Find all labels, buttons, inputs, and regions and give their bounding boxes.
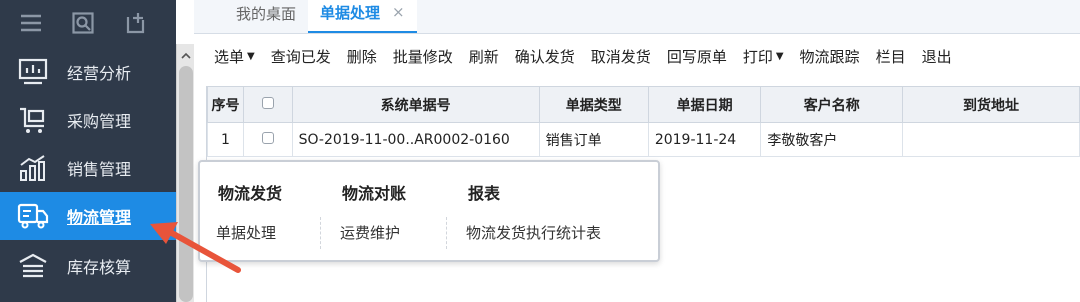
writeback-button[interactable]: 回写原单 bbox=[667, 46, 727, 67]
tab-document-processing[interactable]: 单据处理 × bbox=[308, 0, 417, 33]
document-table: 序号 系统单据号 单据类型 单据日期 客户名称 到货地址 1 SO-2019-1… bbox=[207, 86, 1080, 157]
columns-button[interactable]: 栏目 bbox=[876, 46, 906, 67]
sidebar-item-label: 经营分析 bbox=[67, 64, 132, 83]
cell-doc-number: SO-2019-11-00..AR0002-0160 bbox=[291, 122, 540, 157]
truck-icon bbox=[17, 200, 49, 232]
annotation-arrow-icon bbox=[150, 222, 241, 273]
cell-address bbox=[902, 122, 1080, 157]
button-label: 栏目 bbox=[875, 47, 906, 66]
chevron-down-icon: ▼ bbox=[775, 50, 784, 62]
button-label: 退出 bbox=[921, 47, 952, 66]
cell-doc-date: 2019-11-24 bbox=[647, 122, 762, 157]
column-header-checkbox[interactable] bbox=[242, 86, 293, 123]
refresh-button[interactable]: 刷新 bbox=[469, 46, 499, 67]
button-label: 回写原单 bbox=[666, 47, 727, 66]
cell-index: 1 bbox=[207, 122, 244, 157]
button-label: 确认发货 bbox=[514, 47, 575, 66]
add-window-icon[interactable] bbox=[124, 11, 176, 35]
group-heading: 报表 bbox=[468, 184, 501, 203]
button-label: 物流跟踪 bbox=[799, 47, 860, 66]
group-heading: 物流发货 bbox=[218, 184, 283, 203]
column-header[interactable]: 客户名称 bbox=[760, 86, 904, 123]
sidebar-item-purchase[interactable]: 采购管理 bbox=[0, 96, 176, 144]
button-label: 刷新 bbox=[468, 47, 499, 66]
exit-button[interactable]: 退出 bbox=[922, 46, 952, 67]
button-label: 打印 bbox=[742, 47, 773, 66]
sidebar-item-analysis[interactable]: 经营分析 bbox=[0, 48, 176, 96]
sidebar-top-toolbar bbox=[0, 0, 176, 46]
select-all-checkbox[interactable] bbox=[261, 96, 274, 109]
cell-checkbox[interactable] bbox=[242, 122, 293, 157]
cell-customer: 李敬敬客户 bbox=[760, 122, 904, 157]
button-label: 批量修改 bbox=[392, 47, 453, 66]
tab-label: 我的桌面 bbox=[236, 4, 297, 23]
button-label: 选单 bbox=[214, 47, 245, 66]
delete-button[interactable]: 删除 bbox=[347, 46, 377, 67]
chevron-down-icon: ▼ bbox=[247, 50, 255, 62]
table-header-row: 序号 系统单据号 单据类型 单据日期 客户名称 到货地址 bbox=[207, 86, 1080, 123]
monitor-chart-icon bbox=[17, 56, 49, 88]
tracking-button[interactable]: 物流跟踪 bbox=[800, 46, 860, 67]
print-button[interactable]: 打印 ▼ bbox=[743, 46, 784, 67]
table-row[interactable]: 1 SO-2019-11-00..AR0002-0160 销售订单 2019-1… bbox=[207, 122, 1080, 157]
sidebar-item-label: 销售管理 bbox=[67, 160, 132, 179]
sidebar-item-sales[interactable]: 销售管理 bbox=[0, 144, 176, 192]
column-header[interactable]: 单据日期 bbox=[647, 86, 762, 123]
button-label: 查询已发 bbox=[270, 47, 331, 66]
column-header[interactable]: 单据类型 bbox=[538, 86, 649, 123]
toolbar: 选单 ▼ 查询已发 删除 批量修改 刷新 确认发货 取消发货 回写原单 打印 ▼ 物… bbox=[194, 34, 1080, 78]
scroll-up-icon[interactable] bbox=[180, 50, 192, 60]
cell-doc-type: 销售订单 bbox=[538, 122, 649, 157]
cancel-ship-button[interactable]: 取消发货 bbox=[591, 46, 651, 67]
sidebar-item-label: 物流管理 bbox=[67, 208, 132, 227]
menu-icon[interactable] bbox=[20, 11, 72, 35]
batch-edit-button[interactable]: 批量修改 bbox=[393, 46, 453, 67]
bar-trend-icon bbox=[17, 152, 49, 184]
menu-item-shipping-report[interactable]: 物流发货执行统计表 bbox=[466, 222, 601, 243]
confirm-ship-button[interactable]: 确认发货 bbox=[515, 46, 575, 67]
sidebar-item-label: 库存核算 bbox=[67, 258, 132, 277]
logistics-flyout-menu: 物流发货 物流对账 报表 单据处理 运费维护 物流发货执行统计表 bbox=[198, 160, 660, 262]
query-shipped-button[interactable]: 查询已发 bbox=[271, 46, 331, 67]
sidebar-item-label: 采购管理 bbox=[67, 112, 132, 131]
column-header[interactable]: 序号 bbox=[207, 86, 244, 123]
tab-bar: 我的桌面 单据处理 × bbox=[194, 0, 1080, 34]
column-header[interactable]: 到货地址 bbox=[902, 86, 1080, 123]
close-icon[interactable]: × bbox=[392, 3, 405, 21]
group-heading: 物流对账 bbox=[342, 184, 407, 203]
tab-desktop[interactable]: 我的桌面 bbox=[224, 0, 308, 33]
tab-label: 单据处理 bbox=[320, 3, 381, 22]
divider bbox=[446, 217, 447, 249]
divider bbox=[320, 217, 321, 249]
warehouse-icon bbox=[17, 250, 49, 282]
button-label: 删除 bbox=[346, 47, 377, 66]
cart-icon bbox=[17, 104, 49, 136]
search-doc-icon[interactable] bbox=[72, 11, 124, 35]
select-order-button[interactable]: 选单 ▼ bbox=[214, 46, 255, 67]
row-checkbox[interactable] bbox=[261, 131, 274, 144]
menu-item-freight-maintenance[interactable]: 运费维护 bbox=[340, 222, 400, 243]
button-label: 取消发货 bbox=[590, 47, 651, 66]
column-header[interactable]: 系统单据号 bbox=[291, 86, 540, 123]
